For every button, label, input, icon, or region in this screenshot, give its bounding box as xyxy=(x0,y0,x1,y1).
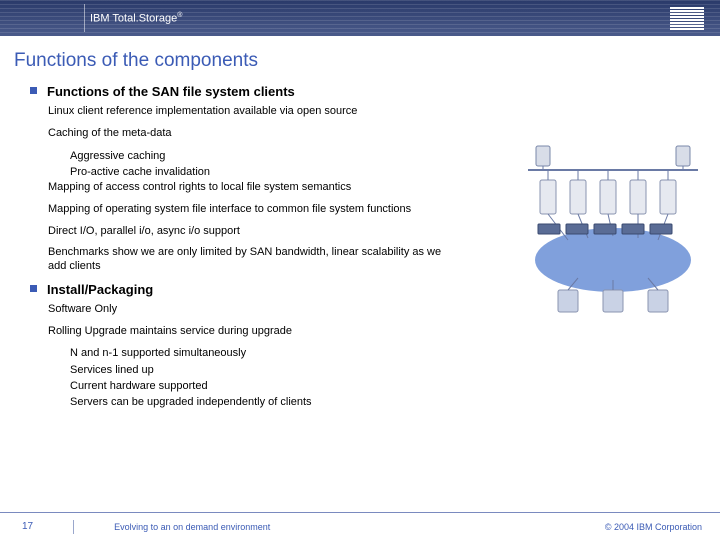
registered-mark: ® xyxy=(177,12,182,19)
footer: 17 Evolving to an on demand environment … xyxy=(0,512,720,540)
section-1-body: Linux client reference implementation av… xyxy=(48,105,458,274)
list-item: Benchmarks show we are only limited by S… xyxy=(48,246,458,274)
bullet-square-icon xyxy=(30,285,37,292)
section-2-body: Software Only Rolling Upgrade maintains … xyxy=(48,303,458,410)
header-divider xyxy=(84,4,85,32)
slide-title: Functions of the components xyxy=(0,36,720,80)
footer-copyright: © 2004 IBM Corporation xyxy=(605,522,702,532)
list-item: Direct I/O, parallel i/o, async i/o supp… xyxy=(48,225,458,239)
san-architecture-diagram xyxy=(518,140,708,330)
bullet-square-icon xyxy=(30,87,37,94)
list-item: Mapping of operating system file interfa… xyxy=(48,203,458,217)
section-1-title: Functions of the SAN file system clients xyxy=(47,84,295,99)
list-item: Caching of the meta-data xyxy=(48,127,458,141)
list-item: Linux client reference implementation av… xyxy=(48,105,458,119)
section-2-title: Install/Packaging xyxy=(47,282,153,297)
list-item: Mapping of access control rights to loca… xyxy=(48,181,458,195)
brand-name: IBM Total.Storage xyxy=(90,12,177,24)
footer-tagline: Evolving to an on demand environment xyxy=(114,522,270,532)
page-number: 17 xyxy=(22,521,33,532)
header-bar: IBM Total.Storage® xyxy=(0,0,720,36)
section-1-header: Functions of the SAN file system clients xyxy=(30,84,706,99)
list-subitem: Pro-active cache invalidation xyxy=(70,165,458,179)
brand-text: IBM Total.Storage® xyxy=(90,12,182,25)
list-subitem: Aggressive caching xyxy=(70,149,458,163)
list-item: Software Only xyxy=(48,303,458,317)
list-subitem: Servers can be upgraded independently of… xyxy=(70,395,458,409)
list-item: Rolling Upgrade maintains service during… xyxy=(48,325,458,339)
ibm-logo-icon xyxy=(670,7,704,30)
list-subitem: N and n-1 supported simultaneously xyxy=(70,346,458,360)
content-area: Functions of the SAN file system clients… xyxy=(0,84,720,410)
footer-divider xyxy=(73,520,74,534)
list-subitem: Current hardware supported xyxy=(70,379,458,393)
list-subitem: Services lined up xyxy=(70,363,458,377)
